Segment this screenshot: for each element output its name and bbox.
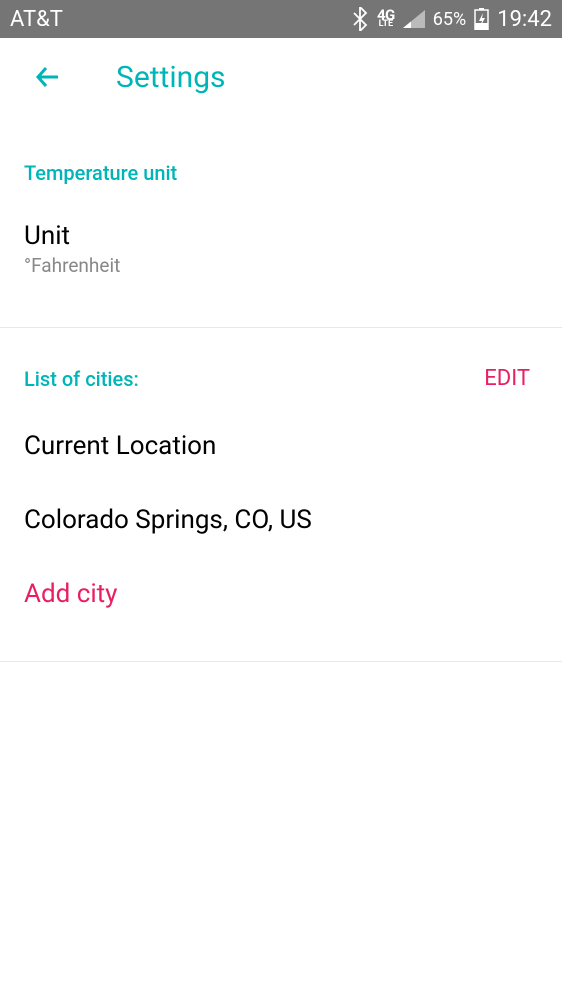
cities-section-header: List of cities: EDIT	[0, 328, 562, 409]
status-bar: AT&T 4G LTE 65% 19:42	[0, 0, 562, 38]
network-4g-lte-icon: 4G LTE	[377, 9, 395, 28]
bluetooth-icon	[351, 7, 369, 31]
page-title: Settings	[116, 60, 226, 95]
arrow-left-icon	[32, 61, 64, 93]
status-right: 4G LTE 65% 19:42	[351, 7, 552, 32]
battery-percent: 65%	[433, 9, 466, 30]
divider	[0, 661, 562, 662]
add-city-button[interactable]: Add city	[0, 557, 562, 631]
city-item[interactable]: Colorado Springs, CO, US	[0, 483, 562, 557]
app-bar: Settings	[0, 38, 562, 116]
edit-button[interactable]: EDIT	[484, 366, 538, 391]
cities-section-label: List of cities:	[24, 367, 139, 391]
carrier-label: AT&T	[10, 7, 63, 32]
temperature-unit-value: °Fahrenheit	[24, 254, 538, 277]
status-left: AT&T	[10, 7, 63, 32]
city-item-current-location[interactable]: Current Location	[0, 409, 562, 483]
signal-strength-icon	[403, 10, 425, 28]
battery-charging-icon	[474, 8, 489, 30]
temperature-unit-item[interactable]: Unit °Fahrenheit	[0, 203, 562, 299]
back-button[interactable]	[30, 59, 66, 95]
clock: 19:42	[497, 7, 552, 32]
temperature-section-header: Temperature unit	[0, 116, 562, 203]
temperature-unit-label: Unit	[24, 221, 538, 252]
